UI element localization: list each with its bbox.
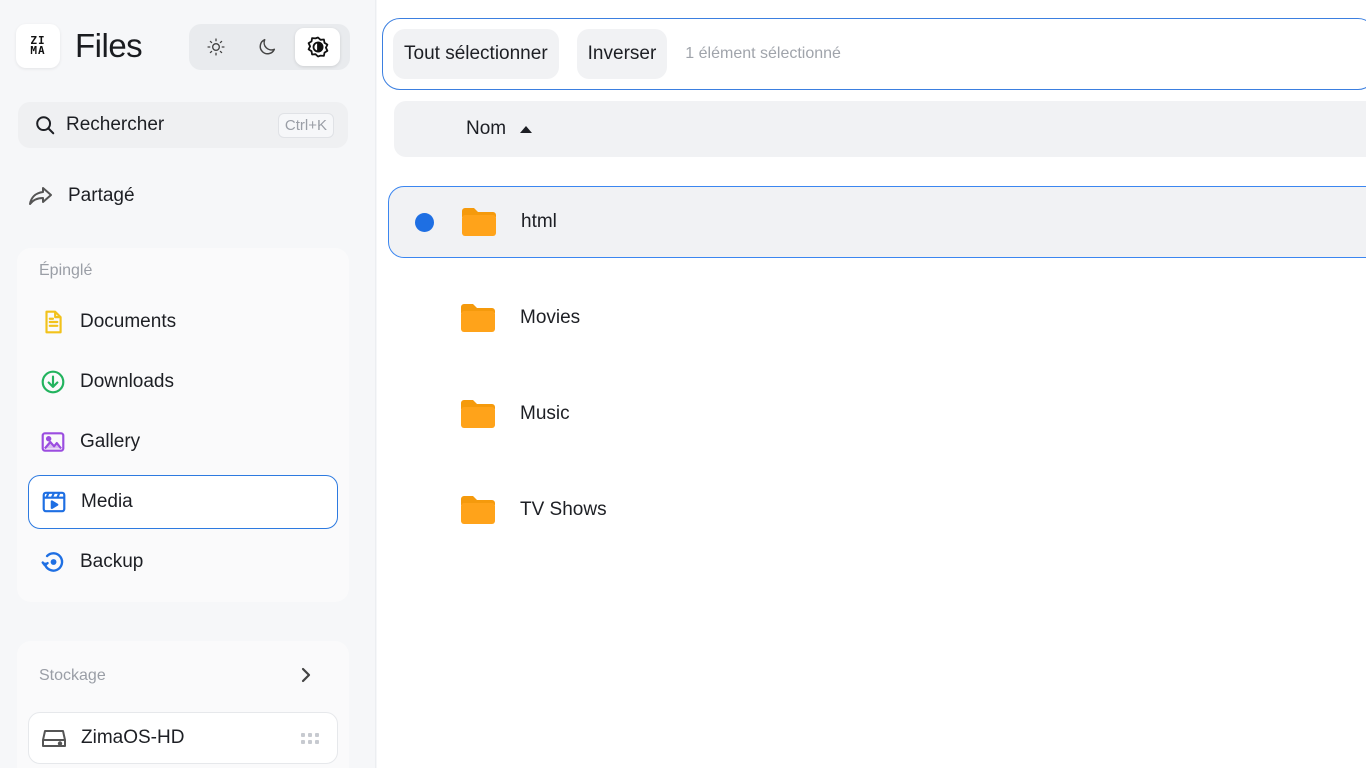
sidebar-item-label: Documents [80,311,177,332]
backup-icon [41,552,64,572]
theme-switcher [189,24,350,70]
sun-icon [206,38,225,56]
gallery-icon [41,432,65,452]
selection-placeholder[interactable] [414,309,433,328]
selected-indicator[interactable] [415,212,434,232]
sidebar-item-media[interactable]: Media [28,475,338,529]
storage-item-label: ZimaOS-HD [81,727,185,748]
brand: ZI MA Files [16,24,143,68]
sidebar-item-gallery[interactable]: Gallery [28,415,338,469]
table-row[interactable]: Movies [388,282,1366,354]
sidebar-item-label: Backup [80,551,144,572]
sidebar-item-backup[interactable]: Backup [28,535,338,589]
media-icon [42,491,66,513]
folder-icon [461,400,495,428]
select-all-button[interactable]: Tout sélectionner [393,29,559,79]
file-name: html [521,211,557,232]
document-icon [45,310,62,334]
sort-ascending-icon [520,125,533,133]
sidebar-item-downloads[interactable]: Downloads [28,355,338,409]
file-name: Movies [520,307,581,328]
selection-placeholder[interactable] [414,405,433,424]
sidebar-item-label: Media [81,491,133,512]
table-row[interactable]: Music [388,378,1366,450]
search-icon [36,116,55,135]
search-shortcut-badge: Ctrl+K [277,112,334,138]
nav-shared[interactable]: Partagé [28,180,135,212]
folder-icon [461,496,495,524]
download-icon [41,370,65,394]
pinned-heading: Épinglé [39,262,93,279]
share-arrow-icon [29,187,52,205]
storage-panel: Stockage ZimaOS-HD [17,641,349,768]
sidebar-item-label: Gallery [80,431,141,452]
column-header-name[interactable]: Nom [394,101,1366,157]
file-name: TV Shows [520,499,607,520]
app-title: Files [75,27,143,64]
sidebar: ZI MA Files Rechercher Ctrl+K Partagé Ép… [0,0,376,768]
storage-heading: Stockage [39,667,106,684]
file-browser: Tout sélectionner Inverser 1 élément sél… [377,0,1366,768]
file-name: Music [520,403,570,424]
chevron-right-icon[interactable] [298,666,314,684]
zima-logo[interactable]: ZI MA [16,24,60,68]
selection-placeholder[interactable] [414,501,433,520]
sidebar-item-documents[interactable]: Documents [28,295,338,349]
theme-auto-button[interactable] [295,28,340,66]
storage-item-zimaos-hd[interactable]: ZimaOS-HD [28,712,338,764]
folder-icon [461,304,495,332]
search-label: Rechercher [66,114,165,135]
column-name-label: Nom [466,118,507,139]
moon-icon [259,38,275,55]
drag-handle-icon[interactable] [301,732,319,744]
auto-theme-icon [307,36,328,58]
selection-toolbar: Tout sélectionner Inverser 1 élément sél… [382,18,1366,90]
sidebar-item-label: Downloads [80,371,174,392]
invert-selection-button[interactable]: Inverser [576,29,668,79]
theme-dark-button[interactable] [244,28,289,66]
drive-icon [42,730,66,747]
table-row[interactable]: html [388,186,1366,258]
nav-shared-label: Partagé [68,185,135,206]
search-bar[interactable]: Rechercher Ctrl+K [18,102,348,148]
logo-text-bottom: MA [30,44,46,57]
selection-count: 1 élément sélectionné [685,45,841,62]
folder-icon [462,208,496,236]
pinned-panel: Épinglé Documents Downloads Gallery Medi… [17,248,349,602]
table-row[interactable]: TV Shows [388,474,1366,546]
theme-light-button[interactable] [193,28,238,66]
